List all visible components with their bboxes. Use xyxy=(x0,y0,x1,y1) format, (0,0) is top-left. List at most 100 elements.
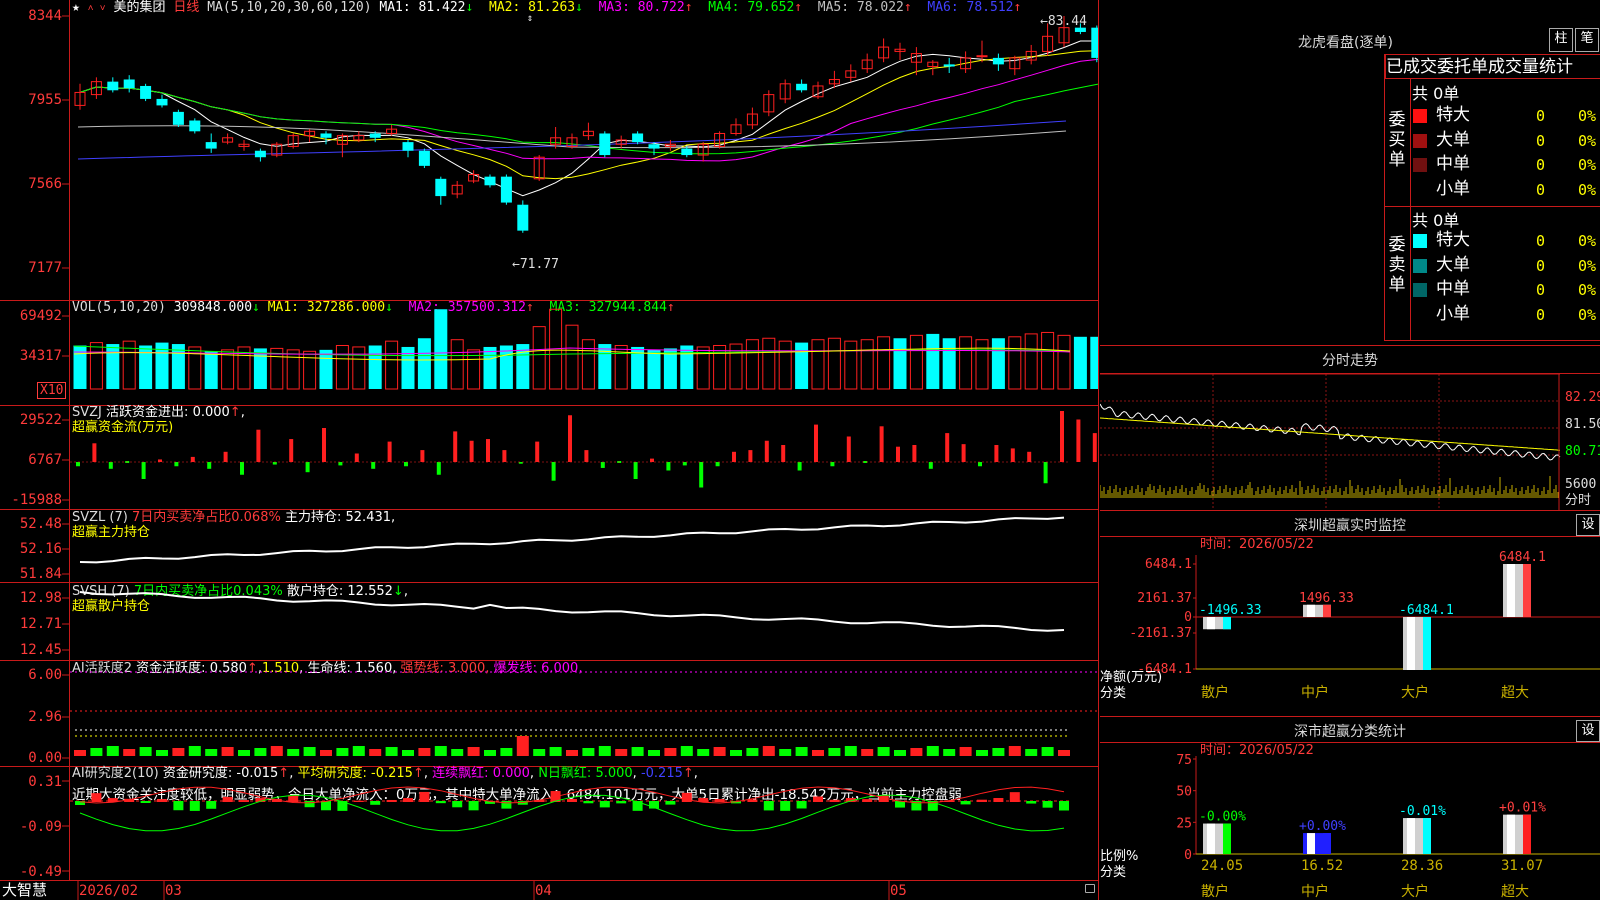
category-label: 散户 xyxy=(1201,883,1229,900)
legend-swatch xyxy=(1413,234,1427,248)
flow-bar xyxy=(682,462,687,466)
ratio-bar-chart[interactable]: 75 50 25 0 -0.00% 24.05 +0.00% 16.52 -0.01% 28.36… xyxy=(1100,742,1600,900)
flow-bar xyxy=(600,462,605,468)
volume-bar xyxy=(926,333,940,389)
bar-highlight xyxy=(1307,833,1315,854)
volume-bar xyxy=(991,338,1005,389)
intraday-chart[interactable] xyxy=(1100,374,1600,510)
volume-chart[interactable] xyxy=(70,304,1098,400)
svzj-tick: 6767 xyxy=(28,452,62,468)
research-bar xyxy=(239,800,249,802)
flow-bar xyxy=(764,440,769,462)
category-label: 大户 xyxy=(1401,883,1429,900)
high-annotation: ←83.44 xyxy=(1040,14,1087,29)
low-arrow-icon: ← xyxy=(512,257,520,272)
net-amount-bar-chart[interactable]: 6484.1 2161.37 0-2161.37 -6484.1 -1496.33 149… xyxy=(1100,537,1600,717)
candle-body xyxy=(254,150,266,158)
flow-bar xyxy=(223,451,228,462)
svzl-tick: 52.48 xyxy=(19,516,62,532)
research-bar xyxy=(157,799,167,802)
main-holding-chart[interactable] xyxy=(70,510,1098,582)
activity-bar xyxy=(582,748,595,756)
activity-bar xyxy=(123,749,136,756)
flow-bar xyxy=(928,462,933,469)
activity-bar xyxy=(467,747,480,756)
activity-bar xyxy=(943,749,956,756)
fund-flow-chart[interactable] xyxy=(70,406,1098,506)
candle-body xyxy=(517,204,529,231)
activity-bar xyxy=(172,748,185,756)
ai2-tick: 0.31 xyxy=(28,774,62,790)
research-bar xyxy=(321,801,331,811)
tick-mode-button[interactable]: 笔 xyxy=(1575,28,1599,52)
research-bar xyxy=(353,800,364,802)
change-label: +0.01% xyxy=(1499,801,1546,816)
activity-bar xyxy=(664,748,677,756)
volume-bar xyxy=(286,349,300,390)
main-chart-area[interactable]: 8344 7955 7566 7177 ★ ˄ ˅ 美的集团 日线 MA(5,1… xyxy=(0,0,1100,900)
candle-body xyxy=(500,176,512,203)
activity-bar xyxy=(877,747,890,756)
flow-bar xyxy=(76,462,80,467)
bar-value-label: -6484.1 xyxy=(1399,603,1454,618)
bar-value-label: 28.36 xyxy=(1401,858,1443,874)
research-bar xyxy=(895,801,905,808)
activity-bar xyxy=(648,750,660,756)
activity-bar xyxy=(484,750,496,756)
activity-bar xyxy=(992,748,1005,756)
flow-bar xyxy=(420,450,425,462)
research-bar xyxy=(435,801,446,804)
bar-mode-button[interactable]: 柱 xyxy=(1549,28,1573,52)
classify-tick: 50 xyxy=(1176,785,1192,800)
legend-swatch xyxy=(1413,158,1427,172)
dragon-tabs[interactable]: 已成交委托单成交量统计 xyxy=(1385,54,1600,79)
buy-total: 共 0单 xyxy=(1412,84,1460,103)
activity-bar xyxy=(156,750,168,756)
volume-bar xyxy=(1073,336,1087,389)
research-chart[interactable] xyxy=(70,767,1098,881)
ratio-bar xyxy=(1203,823,1231,854)
flow-bar xyxy=(453,431,458,462)
change-label: +0.00% xyxy=(1299,819,1346,834)
activity-bar xyxy=(188,746,201,756)
candle-body xyxy=(632,133,644,143)
activity-bar xyxy=(1058,750,1070,756)
order-volume: 0 xyxy=(1536,305,1546,324)
flow-bar xyxy=(141,462,146,479)
retail-holding-chart[interactable] xyxy=(70,584,1098,660)
volume-bar xyxy=(893,338,907,389)
svzj-tick: 29522 xyxy=(19,412,62,428)
sell-total: 共 0单 xyxy=(1412,211,1460,230)
flow-bar xyxy=(978,462,982,467)
candlestick-chart[interactable] xyxy=(70,0,1098,296)
flow-bar xyxy=(338,462,343,466)
flow-bar xyxy=(732,451,736,462)
flow-bar xyxy=(1060,411,1064,462)
flow-bar xyxy=(633,462,638,479)
flow-bar xyxy=(797,462,802,471)
vol-unit-badge[interactable]: X10 xyxy=(37,382,67,399)
activity-chart[interactable] xyxy=(70,661,1098,766)
activity-bar xyxy=(516,736,529,756)
activity-bar xyxy=(254,748,267,756)
classify-tick: 75 xyxy=(1176,753,1192,768)
lock-icon[interactable] xyxy=(1085,884,1095,893)
retail-holding-line xyxy=(79,591,1065,632)
flow-bar xyxy=(502,450,507,462)
activity-bar xyxy=(434,746,447,756)
volume-bar xyxy=(106,344,120,389)
flow-bar xyxy=(256,429,261,462)
research-bar xyxy=(632,801,643,811)
activity-bar xyxy=(598,746,611,756)
candle-body xyxy=(435,178,447,197)
activity-bar xyxy=(74,750,86,756)
flow-bar xyxy=(846,436,851,462)
avg-price-line xyxy=(1100,417,1561,451)
flow-bar xyxy=(387,441,392,462)
monitor-settings-button[interactable]: 设 xyxy=(1576,514,1600,536)
research-bar xyxy=(862,799,873,802)
bar-highlight xyxy=(1407,818,1415,854)
order-percent: 0% xyxy=(1578,305,1597,324)
classify-settings-button[interactable]: 设 xyxy=(1576,720,1600,742)
candle-body xyxy=(172,111,184,125)
